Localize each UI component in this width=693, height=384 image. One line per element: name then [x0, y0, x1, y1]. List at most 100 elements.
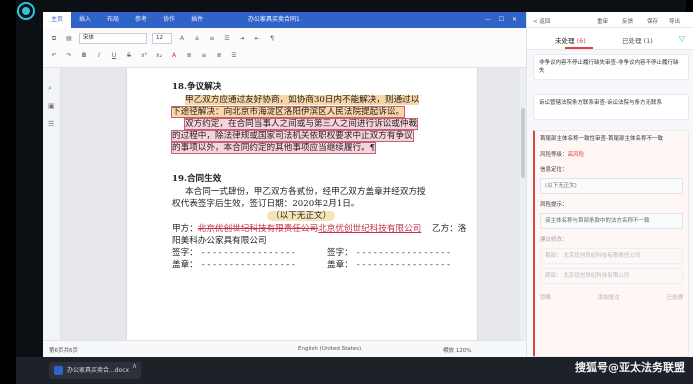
party-a-stamp-label: 盖章： [172, 260, 198, 270]
window-controls[interactable]: — ☐ ✕ [485, 12, 520, 28]
mark-done-button[interactable]: 已处理 [666, 294, 683, 302]
font-name-select[interactable]: 宋体 [79, 33, 147, 44]
tab-pending[interactable]: 未处理 (6) [555, 35, 586, 45]
party-b-name: 阳美科办公家具有限公司 [172, 236, 267, 246]
party-b-label: 乙方：洛 [432, 224, 467, 234]
align-center-icon[interactable]: ≡ [199, 51, 209, 61]
grow-font-icon[interactable]: A [177, 34, 187, 44]
align-left-icon[interactable]: ≣ [184, 51, 194, 61]
app-window: 主页 插入 布局 参考 协作 插件 办公家具买卖合同1 — ☐ ✕ ⧉ ▤ 宋体… [43, 12, 693, 357]
party-a-inserted-name: 北京优创世纪科技有限公司 [318, 224, 422, 234]
outdent-icon[interactable]: ⇤ [252, 34, 262, 44]
indent-icon[interactable]: ⇥ [237, 34, 247, 44]
party-a-deleted-name: 北京优创世纪科技有限责任公司 [197, 224, 319, 234]
dispute-line-2: 下途径解决：向北京市海淀区洛阳伊滨区人民法院提起诉讼。 [170, 106, 406, 118]
issue-card-2[interactable]: 诉讼管辖法院条方联系审查-诉讼法院与条方无联系 [533, 94, 689, 120]
suggest-label: 建议修改： [540, 237, 568, 243]
risk-value: 高风险 [567, 152, 585, 158]
filter-icon[interactable]: ▽ [679, 34, 685, 43]
watermark: 搜狐号@亚太法务联盟 [575, 361, 685, 374]
effect-line-1: 本合同一式肆份，甲乙双方各贰份，经甲乙双方盖章并经双方授 [185, 187, 426, 197]
review-panel: < 返回 重审 反馈 保存 导出 未处理 (6) 已处理 (1) ▽ 非争议内容… [526, 12, 693, 357]
issue-card-1[interactable]: 非争议内容不停止履行缺失审查-非争议内容不停止履行缺失 [533, 54, 689, 80]
record-icon [17, 2, 35, 20]
language-indicator[interactable]: English (United States) [298, 346, 361, 352]
font-color-button[interactable]: A [169, 51, 179, 61]
party-b-sign-label: 签字： [327, 248, 353, 258]
document-title: 办公家具买卖合同1 [248, 16, 300, 23]
paragraph-mark-icon[interactable]: ¶ [267, 34, 277, 44]
scrollbar-thumb[interactable] [521, 108, 525, 178]
re-review-button[interactable]: 重审 [597, 17, 608, 25]
comment-icon[interactable]: ▣ [48, 102, 56, 110]
dispute-line-5: 的事项以外，本合同约定的其他事项应当继续履行。¶ [170, 142, 377, 154]
section-19-title: 19.合同生效 [172, 174, 222, 184]
underline-button[interactable]: U [109, 51, 119, 61]
word-doc-icon [54, 366, 63, 375]
tab-plugin[interactable]: 插件 [183, 12, 211, 28]
suggest-head-value: 北京优创世纪科技有限责任公司 [563, 253, 641, 259]
align-right-icon[interactable]: ≣ [214, 51, 224, 61]
suggest-tail-label: 尾部： [545, 273, 562, 279]
strike-button[interactable]: S [124, 51, 134, 61]
left-tool-strip: ⌕ ▣ ☰ [43, 68, 61, 340]
chevron-up-icon[interactable]: ∧ [132, 362, 137, 370]
taskbar-app[interactable]: 办公家具买卖合...docx [49, 362, 141, 379]
tab-collab[interactable]: 协作 [155, 12, 183, 28]
zoom-indicator[interactable]: 横放 120% [443, 346, 471, 354]
copy-icon[interactable]: ⧉ [49, 34, 59, 44]
tab-layout[interactable]: 布局 [99, 12, 127, 28]
tab-insert[interactable]: 插入 [71, 12, 99, 28]
subscript-button[interactable]: x₂ [154, 51, 164, 61]
italic-button[interactable]: I [94, 51, 104, 61]
party-a-sign-label: 签字： [172, 248, 198, 258]
export-button[interactable]: 导出 [669, 17, 680, 25]
issue-card-3-text: 首尾部主体名称一致性审查-首尾部主体名称不一致 [540, 136, 663, 142]
search-icon[interactable]: ⌕ [48, 84, 56, 92]
numbering-icon[interactable]: ☰ [222, 34, 232, 44]
issue-card-1-text: 非争议内容不停止履行缺失审查-非争议内容不停止履行缺失 [539, 60, 679, 74]
tab-underline [565, 47, 593, 49]
issue-card-2-text: 诉讼管辖法院条方联系审查-诉讼法院与条方无联系 [539, 100, 662, 106]
panel-header: < 返回 重审 反馈 保存 导出 [527, 12, 693, 28]
undo-icon[interactable]: ↶ [49, 51, 59, 61]
dispute-line-3: 双方约定，在合同当事人之间或与第三人之间进行诉讼或仲裁 [183, 118, 419, 130]
suggest-tail-value: 北京优创世纪科技有限公司 [563, 273, 630, 279]
ignore-button[interactable]: 忽略 [540, 294, 551, 302]
party-a-label: 甲方： [172, 224, 198, 234]
paste-icon[interactable]: ▤ [64, 34, 74, 44]
font-size-select[interactable]: 12 [152, 33, 172, 44]
superscript-button[interactable]: x² [139, 51, 149, 61]
feedback-button[interactable]: 反馈 [622, 17, 633, 25]
tab-reference[interactable]: 参考 [127, 12, 155, 28]
bold-button[interactable]: B [79, 51, 89, 61]
issue-card-3[interactable]: 首尾部主体名称一致性审查-首尾部主体名称不一致 风险等级：高风险 信息定位： (… [533, 130, 689, 357]
no-text-marker: （以下无正文） [267, 211, 336, 221]
info-value[interactable]: (以下无正文) [540, 178, 683, 194]
tab-home[interactable]: 主页 [43, 12, 72, 28]
hint-value: 该主体名称与首部条款中的法方名称不一致 [540, 213, 683, 229]
back-button[interactable]: < 返回 [533, 17, 550, 25]
page-info: 第6页共6页 [49, 348, 78, 354]
document-page[interactable]: 18.争议解决 甲乙双方应通过友好协商，如协商30日内不能解决，则通过以 下途径… [127, 68, 477, 340]
bullets-icon[interactable]: ≡ [207, 34, 217, 44]
screen-frame: 主页 插入 布局 参考 协作 插件 办公家具买卖合同1 — ☐ ✕ ⧉ ▤ 宋体… [16, 0, 693, 384]
justify-icon[interactable]: ☰ [229, 51, 239, 61]
risk-label: 风险等级： [540, 152, 568, 158]
ribbon-tabs: 主页 插入 布局 参考 协作 插件 办公家具买卖合同1 — ☐ ✕ [43, 12, 526, 28]
dispute-line-4: 的过程中，除法律规或国家司法机关依职权要求中止双方有争议 [171, 130, 414, 142]
hint-label: 风险提示： [540, 202, 568, 208]
taskbar-app-label: 办公家具买卖合...docx [67, 367, 130, 374]
dispute-line-1: 甲乙双方应通过友好协商，如协商30日内不能解决，则通过以 [185, 95, 420, 105]
section-18-title: 18.争议解决 [172, 82, 222, 92]
save-button[interactable]: 保存 [647, 17, 658, 25]
tab-done[interactable]: 已处理 (1) [622, 35, 653, 45]
shrink-font-icon[interactable]: a [192, 34, 202, 44]
redo-icon[interactable]: ↷ [64, 51, 74, 61]
document-canvas: 18.争议解决 甲乙双方应通过友好协商，如协商30日内不能解决，则通过以 下途径… [61, 68, 526, 340]
navigation-icon[interactable]: ☰ [48, 120, 56, 128]
add-comment-button[interactable]: 添加批注 [598, 294, 620, 302]
format-toolbar: ⧉ ▤ 宋体 12 A a ≡ ☰ ⇥ ⇤ ¶ ↶ ↷ B I U S x² x… [43, 28, 526, 68]
suggest-head-label: 首部： [545, 253, 562, 259]
info-label: 信息定位： [540, 167, 568, 173]
